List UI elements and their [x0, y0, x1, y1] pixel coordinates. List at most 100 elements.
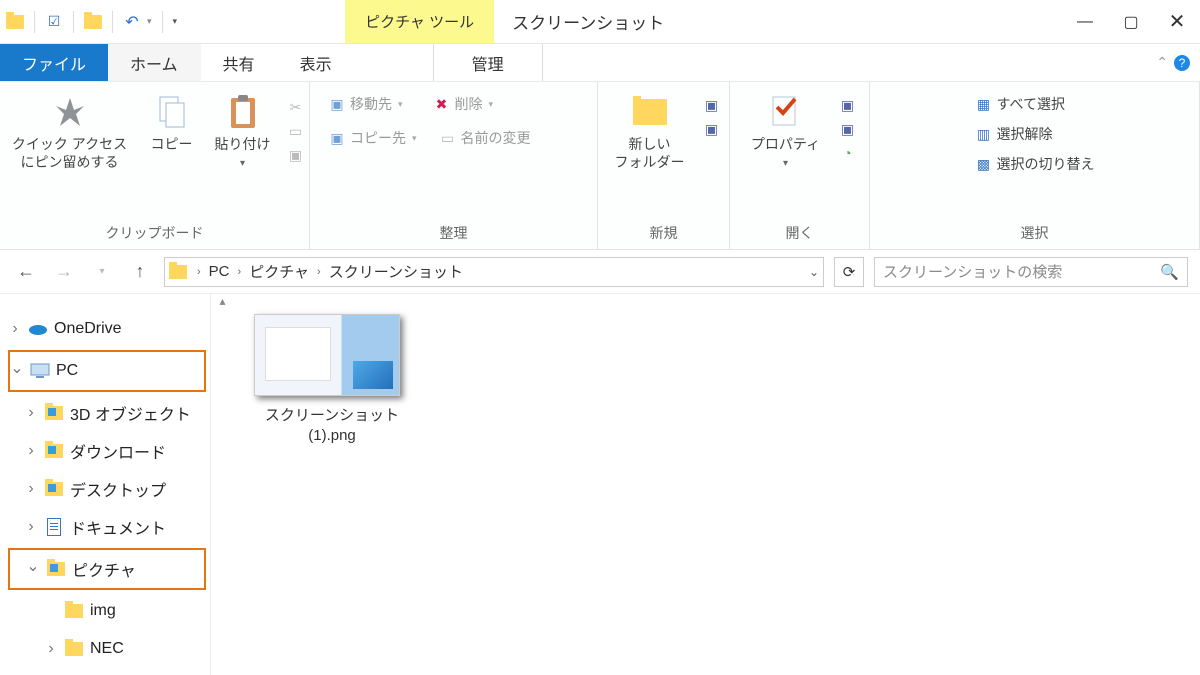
tree-pc[interactable]: PC — [10, 352, 204, 390]
chevron-right-icon[interactable]: › — [313, 266, 325, 278]
folder-quick-icon[interactable] — [84, 13, 102, 31]
edit-icon: ▣ — [839, 120, 857, 138]
pin-to-quick-access[interactable]: クイック アクセス にピン留めする — [5, 92, 135, 171]
folder-icon — [169, 265, 187, 279]
manage-tab[interactable]: 管理 — [433, 44, 543, 81]
collapse-ribbon-icon[interactable]: ⌃ — [1156, 54, 1168, 71]
address-dropdown[interactable]: ⌄ — [809, 265, 819, 279]
copy-to[interactable]: ▣コピー先▾ — [328, 128, 417, 148]
desktop-icon — [44, 479, 64, 499]
properties-button[interactable]: プロパティ ▾ — [743, 92, 829, 169]
recent-dropdown[interactable]: ▾ — [88, 266, 116, 277]
onedrive-icon — [28, 319, 48, 339]
group-label-new: 新規 — [650, 219, 678, 245]
pc-icon — [30, 361, 50, 381]
view-tab[interactable]: 表示 — [278, 44, 355, 81]
folder-icon — [64, 639, 84, 659]
easy-access-small[interactable]: ▣ — [703, 120, 721, 138]
search-box[interactable]: スクリーンショットの検索 🔍 — [874, 257, 1188, 287]
new-item-icon: ▣ — [703, 96, 721, 114]
new-item-small[interactable]: ▣ — [703, 96, 721, 114]
up-button[interactable]: ↑ — [126, 261, 154, 282]
maximize-button[interactable]: ▢ — [1108, 0, 1154, 43]
copy-button[interactable]: コピー — [145, 92, 199, 154]
edit-small[interactable]: ▣ — [839, 120, 857, 138]
close-button[interactable]: ✕ — [1154, 0, 1200, 43]
undo-dropdown[interactable]: ▾ — [147, 16, 152, 27]
properties-icon — [766, 92, 806, 132]
undo-icon[interactable]: ↶ — [123, 13, 141, 31]
separator — [112, 11, 113, 33]
separator — [162, 11, 163, 33]
address-bar[interactable]: › PC › ピクチャ › スクリーンショット ⌄ — [164, 257, 824, 287]
tree-3d-objects[interactable]: 3D オブジェクト — [8, 394, 206, 432]
group-label-open: 開く — [786, 219, 814, 245]
navigation-tree: OneDrive PC 3D オブジェクト ダウンロード デスクトップ — [0, 294, 210, 675]
select-all[interactable]: ▦すべて選択 — [975, 94, 1065, 114]
easy-access-icon: ▣ — [703, 120, 721, 138]
documents-icon — [44, 517, 64, 537]
open-small[interactable]: ▣ — [839, 96, 857, 114]
pictures-icon — [46, 559, 66, 579]
shortcut-icon: ▣ — [287, 146, 305, 164]
pin-icon — [54, 96, 86, 128]
file-name: スクリーンショット (1).png — [254, 406, 410, 445]
refresh-button[interactable]: ⟳ — [834, 257, 864, 287]
file-tab[interactable]: ファイル — [0, 44, 108, 81]
search-placeholder: スクリーンショットの検索 — [883, 261, 1062, 282]
group-label-select: 選択 — [1021, 219, 1049, 245]
history-small[interactable]: ◔ — [839, 144, 857, 162]
group-label-organize: 整理 — [440, 219, 468, 245]
home-tab[interactable]: ホーム — [108, 44, 201, 81]
3d-objects-icon — [44, 403, 64, 423]
paste-shortcut-small[interactable]: ▣ — [287, 146, 305, 164]
group-label-clipboard: クリップボード — [106, 219, 204, 245]
tree-scrollbar[interactable]: ▴ — [210, 294, 234, 675]
window-title: スクリーンショット — [494, 0, 682, 43]
crumb-pictures[interactable]: ピクチャ — [249, 261, 309, 282]
search-icon[interactable]: 🔍 — [1160, 263, 1179, 281]
tree-downloads[interactable]: ダウンロード — [8, 432, 206, 470]
qat-customize[interactable]: ▾ — [173, 16, 178, 27]
contextual-tab-label: ピクチャ ツール — [345, 0, 494, 43]
tree-nec[interactable]: NEC — [8, 630, 206, 668]
help-icon[interactable]: ? — [1174, 55, 1190, 71]
new-folder-button[interactable]: 新しい フォルダー — [607, 92, 693, 171]
tree-desktop[interactable]: デスクトップ — [8, 470, 206, 508]
chevron-right-icon[interactable]: › — [234, 266, 246, 278]
history-icon: ◔ — [839, 144, 857, 162]
tree-documents[interactable]: ドキュメント — [8, 508, 206, 546]
minimize-button[interactable]: — — [1062, 0, 1108, 43]
select-none[interactable]: ▥選択解除 — [975, 124, 1053, 144]
file-item[interactable]: スクリーンショット (1).png — [254, 314, 410, 445]
copy-to-icon: ▣ — [328, 129, 346, 147]
back-button[interactable]: ← — [12, 261, 40, 282]
file-pane[interactable]: スクリーンショット (1).png — [234, 294, 1200, 675]
rename-button[interactable]: ▭名前の変更 — [439, 128, 531, 148]
move-to[interactable]: ▣移動先▾ — [328, 94, 403, 114]
delete-button[interactable]: ✖削除▾ — [433, 94, 494, 114]
app-icon — [6, 13, 24, 31]
quick-access-toolbar: ☑ ↶ ▾ ▾ — [0, 0, 183, 43]
tree-pictures[interactable]: ピクチャ — [10, 550, 204, 588]
rename-icon: ▭ — [439, 129, 457, 147]
crumb-pc[interactable]: PC — [209, 263, 230, 280]
paste-icon — [227, 94, 259, 130]
crumb-screenshots[interactable]: スクリーンショット — [329, 261, 463, 282]
chevron-right-icon[interactable]: › — [193, 266, 205, 278]
invert-icon: ▩ — [975, 155, 993, 173]
tree-onedrive[interactable]: OneDrive — [8, 310, 206, 348]
cut-small[interactable]: ✂ — [287, 98, 305, 116]
separator — [34, 11, 35, 33]
downloads-icon — [44, 441, 64, 461]
paste-button[interactable]: 貼り付け ▾ — [209, 92, 277, 169]
properties-quick-icon[interactable]: ☑ — [45, 13, 63, 31]
open-icon: ▣ — [839, 96, 857, 114]
invert-selection[interactable]: ▩選択の切り替え — [975, 154, 1095, 174]
delete-icon: ✖ — [433, 95, 451, 113]
forward-button[interactable]: → — [50, 261, 78, 282]
scroll-up-icon[interactable]: ▴ — [219, 294, 225, 314]
share-tab[interactable]: 共有 — [201, 44, 278, 81]
tree-img[interactable]: img — [8, 592, 206, 630]
copy-path-small[interactable]: ▭ — [287, 122, 305, 140]
